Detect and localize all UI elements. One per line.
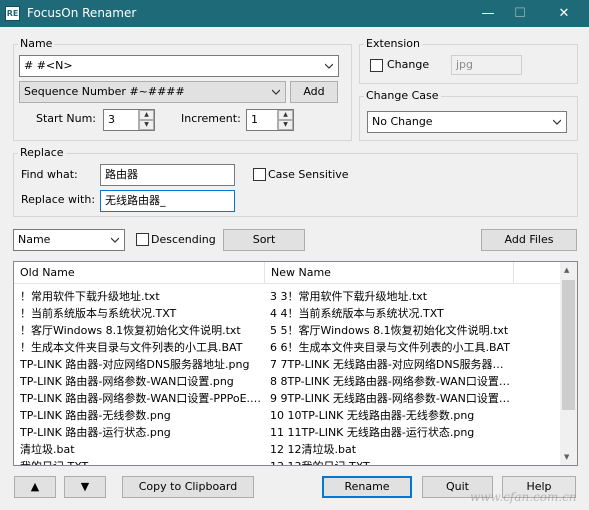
watermark: www.cfan.com.cn <box>470 490 577 504</box>
descending-label[interactable]: Descending <box>151 233 216 246</box>
table-row[interactable]: ！常用软件下载升级地址.txt 3 3！常用软件下载升级地址.txt <box>14 288 562 305</box>
up-arrow-icon: ▲ <box>30 480 40 493</box>
increment-label: Increment: <box>181 112 241 125</box>
spin-down-icon[interactable]: ▼ <box>139 120 154 130</box>
find-what-input[interactable]: 路由器 <box>100 164 235 186</box>
increment-spinner[interactable]: ▲ ▼ <box>277 110 293 130</box>
table-row[interactable]: 清垃圾.bat 12 12清垃圾.bat <box>14 441 562 458</box>
extension-group-label: Extension <box>364 37 423 50</box>
table-row[interactable]: ！当前系统版本与系统状况.TXT 4 4！当前系统版本与系统状况.TXT <box>14 305 562 322</box>
new-name-cell: 13 13我的日记.TXT <box>270 458 510 465</box>
replace-with-label: Replace with: <box>21 193 96 206</box>
extension-input[interactable]: jpg <box>451 55 522 75</box>
new-name-cell: 12 12清垃圾.bat <box>270 443 357 456</box>
new-name-cell: 6 6！生成本文件夹目录与文件列表的小工具.BAT <box>270 341 510 354</box>
old-name-cell: TP-LINK 路由器-对应网络DNS服务器地址.png <box>20 358 250 371</box>
change-extension-checkbox[interactable] <box>370 59 383 72</box>
scroll-up-icon[interactable]: ▲ <box>564 266 569 274</box>
case-sensitive-checkbox[interactable] <box>253 168 266 181</box>
chevron-down-icon[interactable] <box>553 119 561 125</box>
add-files-button[interactable]: Add Files <box>481 229 577 251</box>
move-down-button[interactable]: ▼ <box>64 476 106 498</box>
close-button[interactable]: ✕ <box>544 0 584 27</box>
file-list[interactable]: Old Name New Name ！常用软件下载升级地址.txt 3 3！常用软… <box>13 261 578 466</box>
old-name-cell: ！当前系统版本与系统状况.TXT <box>20 307 177 320</box>
old-name-cell: TP-LINK 路由器-网络参数-WAN口设置-PPPoE.png <box>20 392 264 405</box>
chevron-down-icon[interactable] <box>325 63 333 69</box>
increment-value: 1 <box>251 113 258 126</box>
spin-down-icon[interactable]: ▼ <box>278 120 293 130</box>
scrollbar-thumb[interactable] <box>562 280 575 410</box>
move-up-button[interactable]: ▲ <box>14 476 56 498</box>
change-case-group-label: Change Case <box>364 89 441 102</box>
minimize-icon: — <box>481 6 495 21</box>
old-name-cell: 我的日记.TXT <box>20 458 264 465</box>
table-row[interactable]: ！客厅Windows 8.1恢复初始化文件说明.txt 5 5！客厅Windows… <box>14 322 562 339</box>
close-icon: ✕ <box>558 6 570 21</box>
replace-group-label: Replace <box>18 146 66 159</box>
new-name-cell: 3 3！常用软件下载升级地址.txt <box>270 290 428 303</box>
column-header-old-name[interactable]: Old Name <box>14 262 265 284</box>
name-pattern-input[interactable]: # #<N> <box>19 55 339 77</box>
find-what-label: Find what: <box>21 168 78 181</box>
sequence-select-value: Sequence Number #~#### <box>24 85 185 98</box>
table-row[interactable]: TP-LINK 路由器-无线参数.png 10 10TP-LINK 无线路由器-无… <box>14 407 562 424</box>
old-name-cell: TP-LINK 路由器-运行状态.png <box>20 426 171 439</box>
rename-button[interactable]: Rename <box>322 476 412 498</box>
maximize-icon: ☐ <box>514 6 526 21</box>
table-row[interactable]: ！生成本文件夹目录与文件列表的小工具.BAT 6 6！生成本文件夹目录与文件列表的… <box>14 339 562 356</box>
old-name-cell: TP-LINK 路由器-无线参数.png <box>20 409 171 422</box>
start-num-value: 3 <box>108 113 115 126</box>
change-case-value: No Change <box>372 115 433 128</box>
old-name-cell: ！客厅Windows 8.1恢复初始化文件说明.txt <box>20 324 241 337</box>
app-icon: RE <box>5 6 20 21</box>
case-sensitive-label[interactable]: Case Sensitive <box>268 168 349 181</box>
sort-button[interactable]: Sort <box>223 229 305 251</box>
table-row[interactable]: TP-LINK 路由器-网络参数-WAN口设置.png 8 8TP-LINK 无线… <box>14 373 562 390</box>
list-scrollbar[interactable]: ▲ ▼ <box>560 262 577 465</box>
replace-group <box>13 153 578 217</box>
change-extension-label[interactable]: Change <box>387 58 429 71</box>
table-row[interactable]: 我的日记.TXT 13 13我的日记.TXT <box>14 458 562 465</box>
table-row[interactable]: TP-LINK 路由器-网络参数-WAN口设置-PPPoE.png 9 9TP-L… <box>14 390 562 407</box>
start-num-label: Start Num: <box>36 112 96 125</box>
sort-field-select[interactable]: Name <box>13 229 125 251</box>
copy-to-clipboard-button[interactable]: Copy to Clipboard <box>122 476 254 498</box>
new-name-cell: 4 4！当前系统版本与系统状况.TXT <box>270 307 444 320</box>
replace-with-input[interactable]: 无线路由器_ <box>100 190 235 212</box>
column-header-new-name[interactable]: New Name <box>265 262 514 284</box>
sequence-select[interactable]: Sequence Number #~#### <box>19 81 286 103</box>
title-bar[interactable]: RE FocusOn Renamer — ☐ ✕ <box>0 0 589 27</box>
window-title: FocusOn Renamer <box>27 6 137 20</box>
new-name-cell: 7 7TP-LINK 无线路由器-对应网络DNS服务器地址.png <box>270 358 510 371</box>
old-name-cell: ！生成本文件夹目录与文件列表的小工具.BAT <box>20 341 243 354</box>
table-row[interactable]: TP-LINK 路由器-对应网络DNS服务器地址.png 7 7TP-LINK 无… <box>14 356 562 373</box>
name-group-label: Name <box>18 37 55 50</box>
new-name-cell: 11 11TP-LINK 无线路由器-运行状态.png <box>270 426 475 439</box>
old-name-cell: TP-LINK 路由器-网络参数-WAN口设置.png <box>20 375 234 388</box>
descending-checkbox[interactable] <box>136 233 149 246</box>
increment-field[interactable]: 1 ▲ ▼ <box>246 109 294 131</box>
add-button[interactable]: Add <box>290 81 338 103</box>
table-row[interactable]: TP-LINK 路由器-运行状态.png 11 11TP-LINK 无线路由器-运… <box>14 424 562 441</box>
new-name-cell: 10 10TP-LINK 无线路由器-无线参数.png <box>270 409 475 422</box>
old-name-cell: ！常用软件下载升级地址.txt <box>20 290 160 303</box>
file-list-header: Old Name New Name <box>14 262 562 284</box>
chevron-down-icon[interactable] <box>111 237 119 243</box>
old-name-cell: 清垃圾.bat <box>20 443 75 456</box>
down-arrow-icon: ▼ <box>80 480 90 493</box>
new-name-cell: 8 8TP-LINK 无线路由器-网络参数-WAN口设置.png <box>270 375 510 388</box>
sort-field-value: Name <box>18 233 51 246</box>
maximize-button[interactable]: ☐ <box>500 0 540 27</box>
scroll-down-icon[interactable]: ▼ <box>564 453 569 461</box>
name-pattern-value: # #<N> <box>24 59 73 72</box>
new-name-cell: 9 9TP-LINK 无线路由器-网络参数-WAN口设置-PPPoE.png <box>270 392 510 405</box>
chevron-down-icon[interactable] <box>272 89 280 95</box>
change-case-select[interactable]: No Change <box>367 111 567 133</box>
new-name-cell: 5 5！客厅Windows 8.1恢复初始化文件说明.txt <box>270 324 509 337</box>
start-num-field[interactable]: 3 ▲ ▼ <box>103 109 155 131</box>
start-num-spinner[interactable]: ▲ ▼ <box>138 110 154 130</box>
